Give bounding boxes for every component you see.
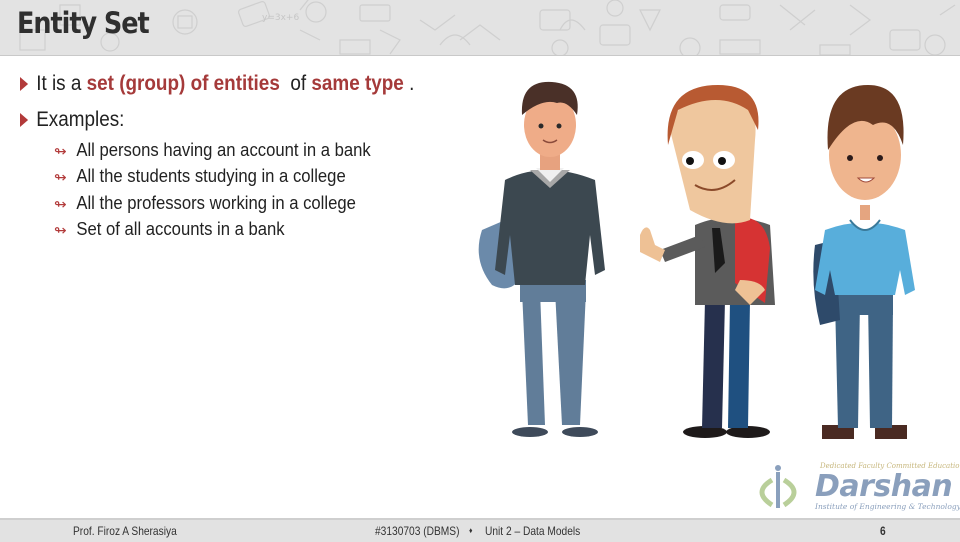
highlight-text: set (group) of entities [86, 72, 280, 95]
bullet-definition: It is a set (group) of entities of same … [20, 72, 414, 96]
logo-name: Darshan [815, 469, 953, 504]
slide-footer: Prof. Firoz A Sherasiya #3130703 (DBMS) … [0, 518, 960, 542]
example-item: ↬ All persons having an account in a bank [53, 139, 371, 161]
page-title: Entity Set [17, 6, 150, 40]
footer-course: #3130703 (DBMS) [375, 524, 460, 538]
triangle-right-icon [20, 77, 29, 91]
triangle-right-icon [20, 113, 29, 127]
example-text: Set of all accounts in a bank [76, 218, 285, 239]
logo-subtitle: Institute of Engineering & Technology [815, 502, 960, 511]
student-figure-1 [478, 81, 605, 437]
example-item: ↬ All the students studying in a college [53, 165, 346, 187]
curved-arrow-right-icon: ↬ [53, 222, 67, 238]
bullet-text-part: . [403, 72, 415, 95]
students-illustration [478, 81, 915, 439]
example-item: ↬ Set of all accounts in a bank [53, 218, 285, 240]
bullet-text-part: Examples: [36, 108, 125, 131]
slide-header: y=3x+6 Entity Set [0, 0, 960, 56]
svg-text:y=3x+6: y=3x+6 [262, 13, 299, 23]
example-item: ↬ All the professors working in a college [53, 192, 356, 214]
diamond-separator-icon: ♦ [469, 526, 473, 535]
footer-unit: Unit 2 – Data Models [485, 524, 581, 538]
example-text: All the professors working in a college [76, 192, 356, 213]
student-figure-2 [640, 85, 775, 438]
curved-arrow-right-icon: ↬ [53, 196, 67, 212]
page-number: 6 [880, 524, 886, 538]
darshan-logo: Dedicated Faculty Committed Education Da… [750, 460, 960, 515]
student-figure-3 [813, 85, 915, 439]
highlight-text: same type [311, 72, 404, 95]
curved-arrow-right-icon: ↬ [53, 143, 67, 159]
bullet-text-part: It is a [36, 72, 87, 95]
curved-arrow-right-icon: ↬ [53, 169, 67, 185]
example-text: All the students studying in a college [76, 165, 346, 186]
footer-author: Prof. Firoz A Sherasiya [73, 524, 177, 538]
bullet-text-part: of [279, 72, 312, 95]
example-text: All persons having an account in a bank [76, 139, 371, 160]
bullet-examples: Examples: [20, 108, 124, 132]
